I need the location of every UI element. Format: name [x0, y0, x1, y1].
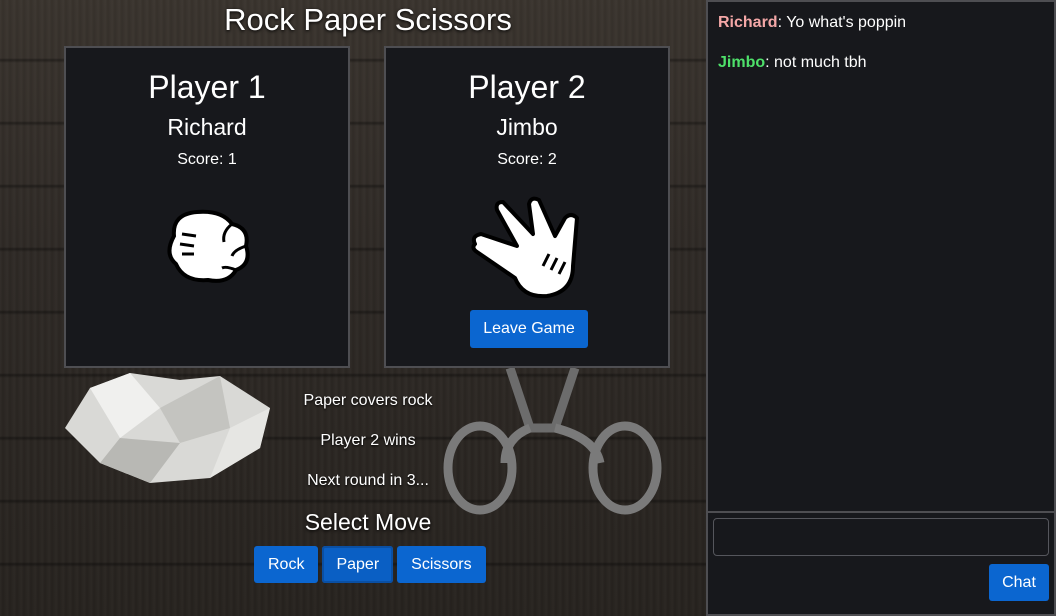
scissors-button[interactable]: Scissors	[397, 546, 486, 583]
paper-hand-icon	[471, 196, 579, 299]
chat-composer: Chat	[708, 511, 1054, 614]
chat-send-button[interactable]: Chat	[989, 564, 1049, 601]
leave-game-button[interactable]: Leave Game	[470, 310, 588, 348]
select-move-title: Select Move	[304, 509, 432, 535]
player-2-name: Jimbo	[496, 114, 558, 140]
round-result: Paper covers rock Player 2 wins Next rou…	[218, 392, 518, 512]
next-round-countdown: Next round in 3...	[307, 472, 429, 489]
player-1-score: Score: 1	[177, 151, 237, 168]
chat-input[interactable]	[713, 518, 1049, 556]
player-1-card: Player 1 Richard Score: 1	[64, 46, 350, 368]
player-1-name: Richard	[167, 114, 247, 140]
game-area: Rock Paper Scissors Player 1 Richard Sco…	[0, 0, 706, 616]
chat-message-text: not much tbh	[769, 54, 867, 71]
player-2-score: Score: 2	[497, 151, 557, 168]
chat-username: Jimbo	[718, 54, 766, 71]
paper-button[interactable]: Paper	[322, 546, 394, 583]
page-title: Rock Paper Scissors	[224, 2, 512, 37]
player-1-title: Player 1	[148, 69, 266, 105]
rock-button[interactable]: Rock	[254, 546, 319, 583]
result-description: Paper covers rock	[303, 392, 433, 409]
player-2-card: Player 2 Jimbo Score: 2 Leave Game	[384, 46, 670, 368]
player-2-title: Player 2	[468, 69, 586, 105]
chat-message-text: Yo what's poppin	[782, 14, 907, 31]
result-winner: Player 2 wins	[320, 432, 416, 449]
chat-messages: Richard: Yo what's poppin Jimbo: not muc…	[708, 2, 1054, 106]
chat-panel: Richard: Yo what's poppin Jimbo: not muc…	[706, 0, 1056, 616]
rock-hand-icon	[167, 209, 250, 283]
chat-message: Richard: Yo what's poppin	[718, 14, 907, 31]
move-buttons: Rock Paper Scissors	[254, 546, 486, 583]
chat-message: Jimbo: not much tbh	[718, 54, 867, 71]
chat-username: Richard	[718, 14, 778, 31]
